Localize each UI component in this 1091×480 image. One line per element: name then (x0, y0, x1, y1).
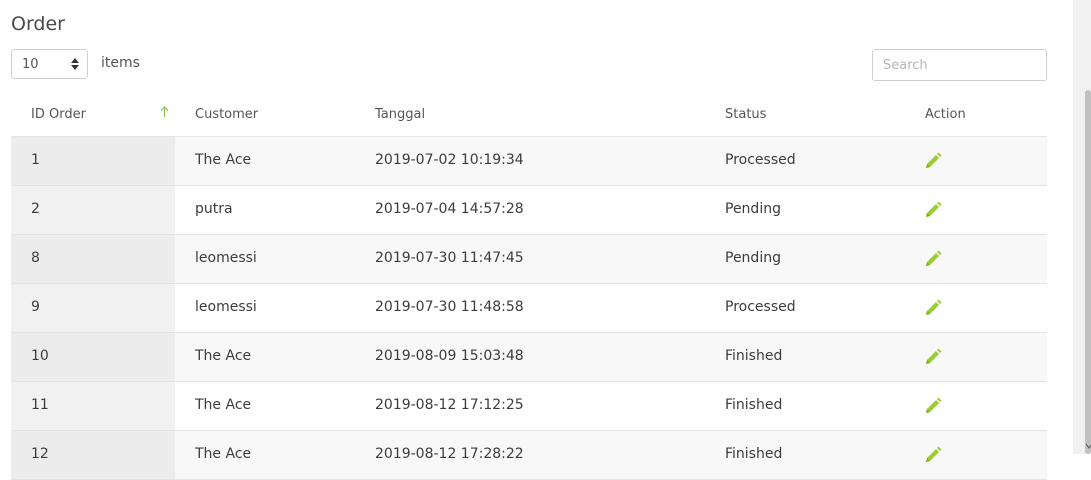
table-row: 8 leomessi 2019-07-30 11:47:45 Pending (11, 235, 1047, 284)
column-header-customer[interactable]: Customer (195, 107, 258, 122)
column-header-id-order[interactable]: ID Order (31, 107, 86, 122)
page-length-value: 10 (22, 57, 39, 72)
pencil-icon (923, 397, 943, 420)
pencil-icon (923, 250, 943, 273)
table-row: 12 The Ace 2019-08-12 17:28:22 Finished (11, 431, 1047, 480)
search-input[interactable] (872, 49, 1047, 81)
scroll-down-arrow-icon[interactable] (1086, 443, 1091, 449)
cell-tanggal: 2019-08-12 17:12:25 (375, 397, 524, 413)
cell-tanggal: 2019-07-02 10:19:34 (375, 152, 524, 168)
edit-button[interactable] (923, 445, 943, 465)
cell-customer: leomessi (195, 250, 257, 266)
edit-button[interactable] (923, 347, 943, 367)
table-body: 1 The Ace 2019-07-02 10:19:34 Processed 2 put… (11, 137, 1047, 480)
cell-tanggal: 2019-07-30 11:48:58 (375, 299, 524, 315)
pencil-icon (923, 152, 943, 175)
cell-id-order: 1 (31, 152, 40, 168)
items-label: items (101, 55, 140, 71)
cell-customer: The Ace (195, 446, 252, 462)
cell-id-order: 11 (31, 397, 49, 413)
pencil-icon (923, 446, 943, 469)
edit-button[interactable] (923, 151, 943, 171)
column-header-tanggal[interactable]: Tanggal (375, 107, 425, 122)
select-arrows-icon (71, 58, 79, 70)
cell-tanggal: 2019-08-09 15:03:48 (375, 348, 524, 364)
edit-button[interactable] (923, 396, 943, 416)
cell-id-order: 12 (31, 446, 49, 462)
page-title: Order (11, 13, 65, 35)
cell-status: Finished (725, 446, 783, 462)
edit-button[interactable] (923, 298, 943, 318)
cell-customer: The Ace (195, 348, 252, 364)
cell-id-order: 2 (31, 201, 40, 217)
cell-status: Finished (725, 348, 783, 364)
cell-customer: leomessi (195, 299, 257, 315)
cell-tanggal: 2019-07-30 11:47:45 (375, 250, 524, 266)
scrollbar-thumb[interactable] (1085, 90, 1091, 454)
table-row: 11 The Ace 2019-08-12 17:12:25 Finished (11, 382, 1047, 431)
cell-id-order: 10 (31, 348, 49, 364)
cell-status: Pending (725, 201, 781, 217)
column-header-action: Action (925, 107, 966, 122)
cell-id-order: 9 (31, 299, 40, 315)
pencil-icon (923, 299, 943, 322)
cell-status: Processed (725, 299, 796, 315)
cell-status: Finished (725, 397, 783, 413)
pencil-icon (923, 348, 943, 371)
edit-button[interactable] (923, 200, 943, 220)
cell-tanggal: 2019-07-04 14:57:28 (375, 201, 524, 217)
cell-tanggal: 2019-08-12 17:28:22 (375, 446, 524, 462)
cell-customer: The Ace (195, 152, 252, 168)
cell-id-order: 8 (31, 250, 40, 266)
table-row: 10 The Ace 2019-08-09 15:03:48 Finished (11, 333, 1047, 382)
page-length-select[interactable]: 10 (11, 49, 88, 79)
cell-customer: The Ace (195, 397, 252, 413)
sort-ascending-icon[interactable] (160, 106, 169, 118)
pencil-icon (923, 201, 943, 224)
table-row: 1 The Ace 2019-07-02 10:19:34 Processed (11, 137, 1047, 186)
orders-table: ID Order Customer Tanggal Status Action … (11, 89, 1047, 480)
column-header-status[interactable]: Status (725, 107, 766, 122)
cell-status: Processed (725, 152, 796, 168)
cell-status: Pending (725, 250, 781, 266)
cell-customer: putra (195, 201, 233, 217)
table-header: ID Order Customer Tanggal Status Action (11, 89, 1047, 137)
table-row: 2 putra 2019-07-04 14:57:28 Pending (11, 186, 1047, 235)
edit-button[interactable] (923, 249, 943, 269)
table-row: 9 leomessi 2019-07-30 11:48:58 Processed (11, 284, 1047, 333)
